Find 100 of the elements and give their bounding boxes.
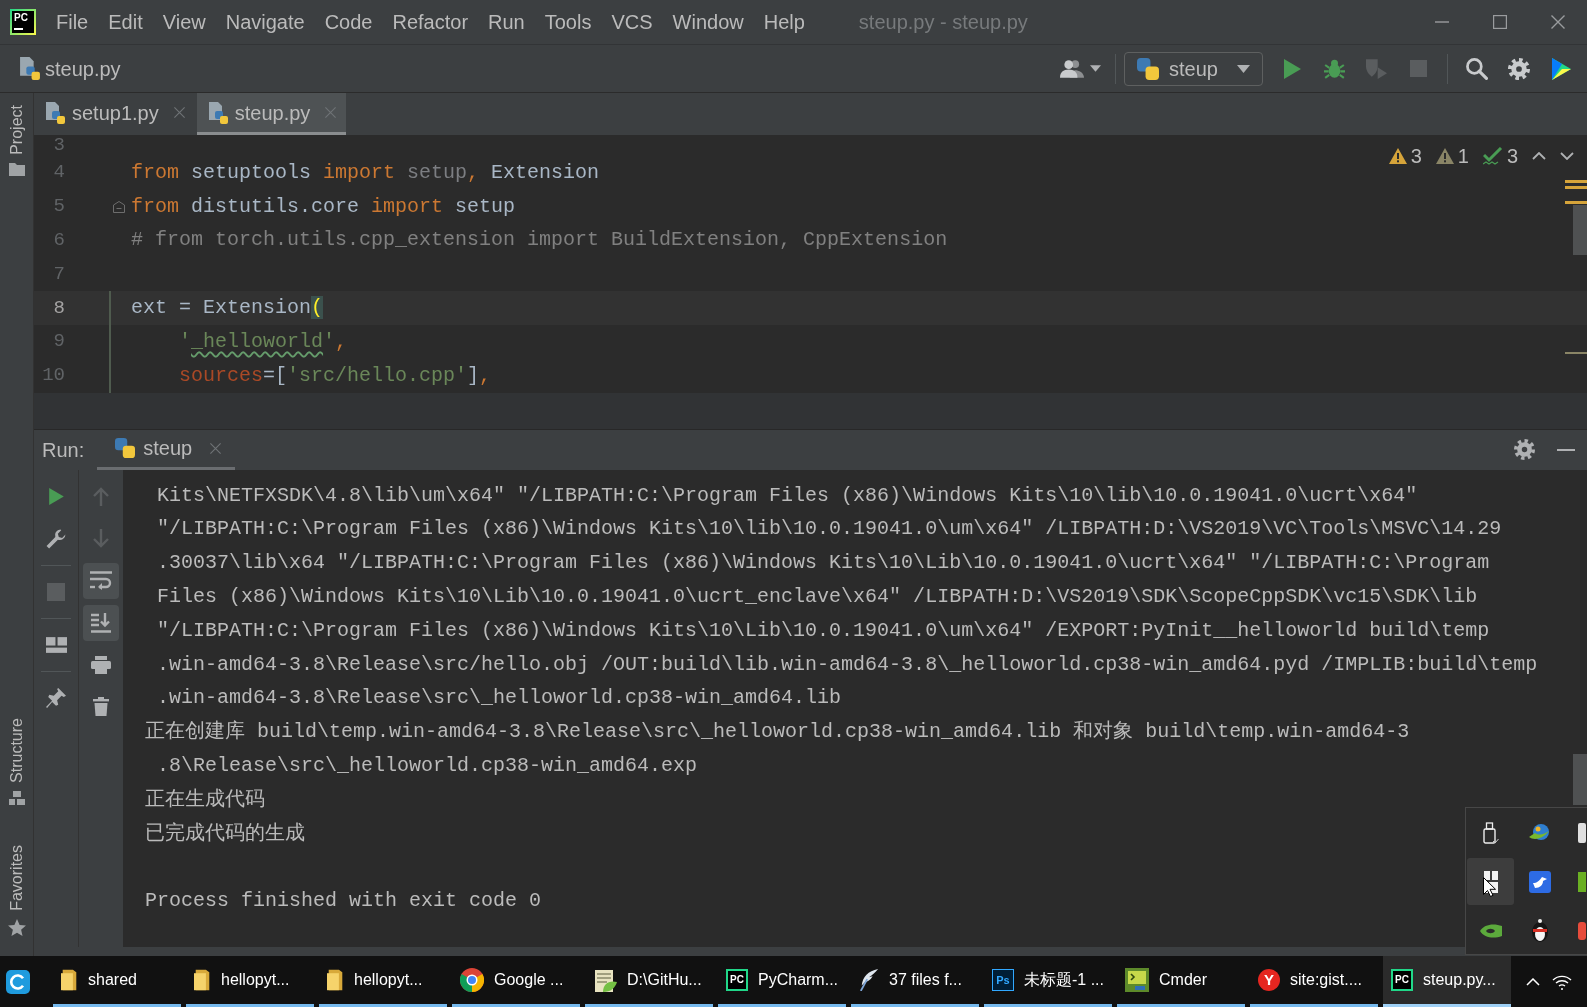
panel-title: Run: <box>42 437 85 463</box>
editor-tab[interactable]: setup1.py <box>34 93 195 135</box>
taskbar-button[interactable]: Cmder <box>1117 956 1245 1007</box>
menu-item[interactable]: Help <box>753 7 815 37</box>
weak-warning-icon <box>1435 148 1454 164</box>
menu-item[interactable]: VCS <box>601 7 663 37</box>
play-icon <box>48 488 64 506</box>
tray-button[interactable] <box>1467 858 1514 905</box>
console-line: .8\Release\src\_helloworld.cp38-win_amd64.exp <box>156 752 698 779</box>
scroll-to-end-button[interactable] <box>83 604 119 641</box>
taskbar-button[interactable]: shared <box>53 956 181 1007</box>
menu-item[interactable]: Tools <box>534 7 602 37</box>
menu-item[interactable]: Window <box>662 7 754 37</box>
stripe-marker-icon[interactable] <box>1565 352 1587 354</box>
console-line: "/LIBPATH:C:\Program Files (x86)\Windows Kits\10\Lib\10.0.19041.0\um\x64" /EXPORT:PyInit__helloworld build\temp <box>156 617 1490 644</box>
chevron-up-icon[interactable] <box>1532 152 1546 160</box>
taskbar-button[interactable]: PC PyCharm... <box>718 956 846 1007</box>
penguin-icon <box>1530 918 1549 943</box>
bug-icon <box>1323 58 1345 79</box>
window-title: steup.py - steup.py <box>858 10 1028 35</box>
app-logo: PC <box>1391 969 1413 991</box>
pin-icon <box>46 687 66 708</box>
python-file-icon <box>46 101 65 124</box>
python-file-icon <box>20 57 40 80</box>
stripe-marker-icon[interactable] <box>1565 186 1587 189</box>
console-line: 正在创建库 build\temp.win-amd64-3.8\Release\src\_helloworld.cp38-win_amd64.lib 和对象 build\temp.win-amd64-3 <box>145 719 1410 746</box>
folder-icon <box>194 969 211 991</box>
taskbar-button[interactable]: D:\GitHu... <box>585 956 713 1007</box>
tool-window-button[interactable]: Structure <box>0 718 34 806</box>
warning-counter[interactable]: 3 <box>1388 144 1422 168</box>
editor-tab[interactable]: steup.py <box>196 93 347 135</box>
code-line: from distutils.core import setup <box>131 193 516 220</box>
globe-icon <box>1528 822 1551 843</box>
taskbar-button[interactable]: Y site:gist.... <box>1250 956 1378 1007</box>
wrap-icon <box>90 571 112 591</box>
tool-window-button[interactable]: Favorites <box>0 845 34 936</box>
menu-item[interactable]: Edit <box>98 7 153 37</box>
scrollbar-thumb[interactable] <box>1573 205 1587 255</box>
taskbar-button[interactable]: Ps 未标题-1 ... <box>984 956 1112 1007</box>
search-icon <box>1466 57 1488 80</box>
line-number: 10 <box>41 365 65 387</box>
console-line: Kits\NETFXSDK\4.8\lib\um\x64" "/LIBPATH:C:\Program Files (x86)\Windows Kits\10\lib\10.0.19041.0\ucrt\x64" <box>156 482 1418 509</box>
wrench-icon <box>46 528 66 549</box>
console-line: "/LIBPATH:C:\Program Files (x86)\Windows Kits\10\lib\10.0.19041.0\um\x64" /LIBPATH:D:\VS2019\VC\Tools\MSVC\14.29 <box>156 516 1502 543</box>
weak-warning-counter[interactable]: 1 <box>1435 144 1469 168</box>
python-icon <box>115 438 136 459</box>
taskbar-button[interactable]: hellopyt... <box>186 956 314 1007</box>
line-number: 7 <box>52 263 65 285</box>
menu-item[interactable]: Refactor <box>382 7 479 37</box>
menu-item[interactable]: Run <box>478 7 535 37</box>
app-logo: Y <box>1258 969 1280 991</box>
app-logo: Ps <box>992 969 1014 991</box>
caret-down-icon <box>1237 64 1250 73</box>
app-logo: PC <box>10 9 36 35</box>
app-icon <box>1578 871 1586 892</box>
taskbar-button[interactable]: PC steup.py... <box>1383 956 1511 1007</box>
settings-icon <box>1508 57 1530 80</box>
maximize-icon[interactable] <box>1493 15 1507 29</box>
fold-marker-icon[interactable] <box>113 200 125 213</box>
run-configuration-dropdown[interactable]: steup <box>1124 51 1263 86</box>
menu-item[interactable]: Code <box>314 7 383 37</box>
line-number: 8 <box>52 297 65 319</box>
chevron-down-icon[interactable] <box>1560 152 1574 160</box>
tool-window-button[interactable]: Project <box>0 105 34 176</box>
usb-drive-icon <box>1482 821 1499 844</box>
menu-item[interactable]: Navigate <box>215 7 315 37</box>
stripe-marker-icon[interactable] <box>1565 201 1587 204</box>
taskbar-button[interactable]: hellopyt... <box>319 956 447 1007</box>
users-icon <box>1060 59 1084 78</box>
console-line: .win-amd64-3.8\Release\src\_helloworld.cp38-win_amd64.lib <box>156 685 842 712</box>
menu-item[interactable]: File <box>46 7 99 37</box>
folder-icon <box>61 969 78 991</box>
console-line: Files (x86)\Windows Kits\10\Lib\10.0.19041.0\ucrt_enclave\x64" /LIBPATH:D:\VS2019\SDK\ScopeCppSDK\vc15\SDK\lib <box>156 584 1478 610</box>
star-icon <box>7 919 26 936</box>
exit-status-message: Process finished with exit code 0 <box>145 888 542 915</box>
folder-icon <box>327 969 344 991</box>
coverage-icon <box>1365 58 1387 79</box>
play-icon <box>1283 58 1301 79</box>
wifi-icon[interactable] <box>1552 973 1572 990</box>
ring-app-icon[interactable] <box>6 969 30 994</box>
trash-icon <box>93 697 109 717</box>
typo-counter[interactable]: 3 <box>1482 144 1518 168</box>
app-logo: PC <box>726 969 748 991</box>
code-line: sources=['src/hello.cpp'], <box>178 362 492 389</box>
console-line: .win-amd64-3.8\Release\src/hello.obj /OUT:build\lib.win-amd64-3.8\_helloworld.cp38-win_amd64.pyd /IMPLIB:build\temp <box>156 651 1538 678</box>
notepad-icon <box>593 968 617 992</box>
scrollbar-thumb[interactable] <box>1573 753 1587 805</box>
stop-icon <box>1409 60 1427 77</box>
line-number: 3 <box>52 135 65 156</box>
code-line: '_helloworld', <box>178 328 348 355</box>
close-icon[interactable] <box>1551 15 1565 29</box>
printer-icon <box>91 655 111 674</box>
code-line: ext = Extension( <box>131 295 324 322</box>
menu-item[interactable]: View <box>152 7 216 37</box>
stripe-marker-icon[interactable] <box>1565 180 1587 183</box>
taskbar-button[interactable]: Google ... <box>452 956 580 1007</box>
line-number: 9 <box>52 331 65 353</box>
soft-wrap-button[interactable] <box>83 562 119 599</box>
taskbar-button[interactable]: 37 files f... <box>851 956 979 1007</box>
breadcrumb-item[interactable]: steup.py <box>20 53 121 84</box>
